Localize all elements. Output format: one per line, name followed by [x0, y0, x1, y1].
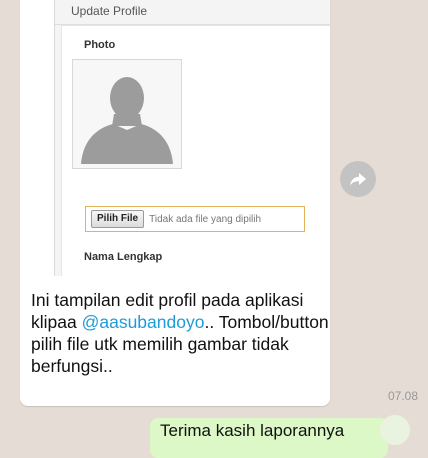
outgoing-message-text: Terima kasih laporannya: [160, 421, 345, 440]
message-timestamp: 07.08: [387, 389, 418, 403]
mention-link[interactable]: @aasubandoyo: [82, 312, 205, 332]
outgoing-message-bubble[interactable]: Terima kasih laporannya: [150, 418, 388, 458]
panel-title: Update Profile: [71, 4, 148, 18]
full-name-label: Nama Lengkap: [84, 251, 163, 263]
photo-label: Photo: [84, 39, 116, 51]
attached-screenshot[interactable]: Update Profile Photo Pilih File Tidak ad…: [54, 0, 330, 276]
outgoing-bubble-tail: [380, 415, 410, 445]
message-text: Ini tampilan edit profil pada aplikasi k…: [31, 289, 331, 377]
choose-file-button[interactable]: Pilih File: [91, 210, 145, 228]
avatar-placeholder-icon: [81, 77, 173, 164]
file-status-text: Tidak ada file yang dipilih: [149, 213, 262, 225]
share-button[interactable]: [340, 161, 376, 197]
share-forward-icon: [350, 173, 366, 186]
avatar-placeholder: [72, 59, 182, 169]
profile-form-panel: Photo Pilih File Tidak ada file yang dip…: [61, 25, 330, 276]
file-input[interactable]: Pilih File Tidak ada file yang dipilih: [85, 206, 305, 232]
